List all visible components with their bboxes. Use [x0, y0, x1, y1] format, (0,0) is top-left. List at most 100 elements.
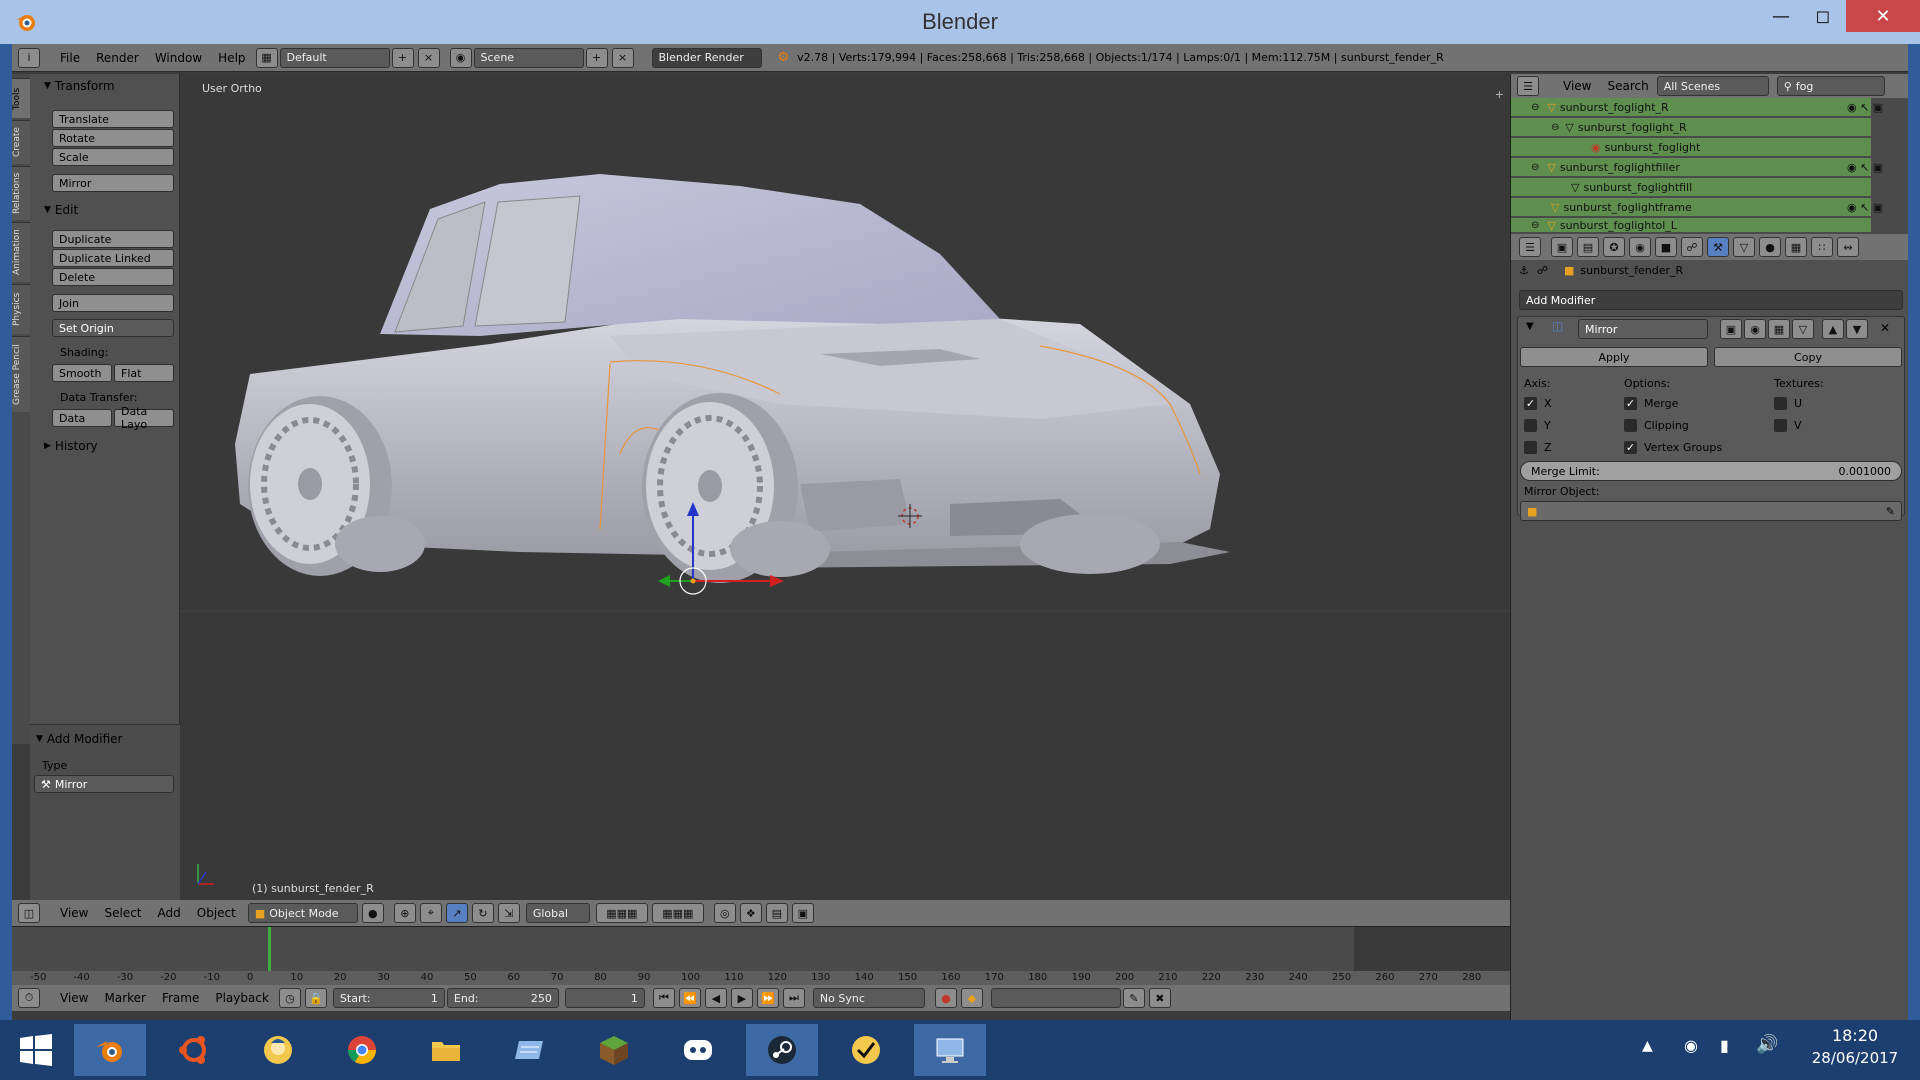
manipulator-toggle-icon[interactable]: ⌖ — [419, 903, 442, 923]
edit-panel-header[interactable]: ▼ Edit — [38, 200, 78, 220]
duplicate-button[interactable]: Duplicate — [52, 230, 174, 248]
volume-icon[interactable]: 🔊 — [1756, 1034, 1778, 1055]
taskbar-ubuntu-icon[interactable] — [158, 1024, 230, 1076]
pin-icon[interactable]: ⚓ — [1519, 264, 1529, 277]
minimize-button[interactable]: — — [1758, 0, 1804, 32]
timeline-menu-marker[interactable]: Marker — [96, 988, 153, 1008]
play-icon[interactable]: ▶ — [730, 988, 753, 1008]
keying-set-icon[interactable]: ◆ — [960, 988, 983, 1008]
taskbar-explorer-icon[interactable] — [410, 1024, 482, 1076]
move-down-icon[interactable]: ▼ — [1846, 319, 1868, 339]
scene-tab-icon[interactable]: ✪ — [1603, 237, 1625, 257]
close-button[interactable]: ✕ — [1846, 0, 1920, 32]
layers-grid-2-icon[interactable]: ▦▦▦ — [651, 903, 704, 923]
viewport-editor-type-icon[interactable]: ◫ — [18, 903, 40, 923]
jump-end-icon[interactable]: ⏭ — [782, 988, 805, 1008]
move-up-icon[interactable]: ▲ — [1822, 319, 1844, 339]
mirror-object-field[interactable]: ■ ✎ — [1520, 501, 1902, 521]
layout-grid-icon[interactable]: ▦ — [255, 47, 278, 68]
modifier-type-selector[interactable]: ⚒ Mirror — [34, 775, 174, 793]
mirror-button[interactable]: Mirror — [52, 174, 174, 192]
outliner-editor-type-icon[interactable]: ☰ — [1517, 76, 1539, 96]
eye-icon[interactable]: ◉ ↖ ▣ — [1847, 158, 1897, 178]
keying-set-field[interactable] — [990, 988, 1121, 1008]
orientation-selector[interactable]: Global — [525, 903, 590, 923]
add-modifier-panel-header[interactable]: ▼ Add Modifier — [30, 729, 123, 749]
outliner-row[interactable]: ▽ sunburst_foglightframe — [1511, 198, 1871, 216]
axis-y-checkbox[interactable] — [1524, 419, 1537, 432]
menu-file[interactable]: File — [52, 48, 88, 68]
info-editor-type-icon[interactable]: i — [18, 47, 40, 68]
snap-target-icon[interactable]: ▤ — [765, 903, 788, 923]
layers-grid-1-icon[interactable]: ▦▦▦ — [595, 903, 648, 923]
insert-keyframe-icon[interactable]: ✎ — [1122, 988, 1145, 1008]
world-tab-icon[interactable]: ◉ — [1629, 237, 1651, 257]
properties-editor-type-icon[interactable]: ☰ — [1519, 237, 1541, 257]
outliner-row[interactable]: ◉ sunburst_foglight — [1511, 138, 1871, 156]
taskbar-app-icon[interactable] — [494, 1024, 566, 1076]
next-keyframe-icon[interactable]: ⏩ — [756, 988, 779, 1008]
network-icon[interactable]: ▮ — [1720, 1036, 1729, 1055]
merge-checkbox[interactable]: ✓ — [1624, 397, 1637, 410]
menu-select[interactable]: Select — [96, 903, 149, 923]
rotate-button[interactable]: Rotate — [52, 129, 174, 147]
prev-keyframe-icon[interactable]: ⏪ — [678, 988, 701, 1008]
outliner-menu-search[interactable]: Search — [1599, 76, 1656, 96]
vertex-groups-checkbox[interactable]: ✓ — [1624, 441, 1637, 454]
axis-z-checkbox[interactable] — [1524, 441, 1537, 454]
current-frame-field[interactable]: 1 — [564, 988, 645, 1008]
tab-grease-pencil[interactable]: Grease Pencil — [12, 336, 30, 412]
data-button[interactable]: Data — [52, 409, 112, 427]
eyedropper-icon[interactable]: ✎ — [1886, 505, 1895, 518]
timeline-menu-view[interactable]: View — [52, 988, 96, 1008]
outliner-menu-view[interactable]: View — [1555, 76, 1599, 96]
physics-tab-icon[interactable]: ↭ — [1837, 237, 1859, 257]
texture-u-checkbox[interactable] — [1774, 397, 1787, 410]
menu-add[interactable]: Add — [150, 903, 189, 923]
render-opengl-icon[interactable]: ▣ — [791, 903, 814, 923]
record-icon[interactable]: ● — [934, 988, 957, 1008]
modifier-name-field[interactable]: Mirror — [1578, 319, 1708, 339]
outliner-row[interactable]: ⊖ ▽ sunburst_foglight_R — [1511, 118, 1871, 136]
taskbar-steam-icon[interactable] — [746, 1024, 818, 1076]
tab-physics[interactable]: Physics — [12, 284, 30, 334]
join-button[interactable]: Join — [52, 294, 174, 312]
menu-help[interactable]: Help — [210, 48, 253, 68]
sync-selector[interactable]: No Sync — [812, 988, 925, 1008]
translate-button[interactable]: Translate — [52, 110, 174, 128]
clipping-checkbox[interactable] — [1624, 419, 1637, 432]
modifier-editmode-icon[interactable]: ▦ — [1768, 319, 1790, 339]
menu-render[interactable]: Render — [88, 48, 147, 68]
scene-selector[interactable]: Scene — [473, 47, 584, 68]
preview-range-icon[interactable]: ◷ — [278, 988, 301, 1008]
3d-viewport[interactable]: User Ortho (1) sunburst_fender_R + — [180, 74, 1510, 904]
taskbar-clock[interactable]: 18:20 28/06/2017 — [1800, 1026, 1910, 1067]
taskbar-blender-icon[interactable] — [74, 1024, 146, 1076]
timeline[interactable]: -50 -40 -30 -20 -10 0 10 20 30 40 50 60 70 80 90 100 110… — [12, 926, 1510, 1011]
apply-button[interactable]: Apply — [1520, 347, 1708, 367]
taskbar-fallout-icon[interactable] — [242, 1024, 314, 1076]
start-frame-field[interactable]: Start: 1 — [332, 988, 445, 1008]
car-model[interactable] — [180, 74, 1510, 904]
modifier-render-icon[interactable]: ▣ — [1720, 319, 1742, 339]
timeline-editor-type-icon[interactable]: ⏱ — [18, 988, 40, 1008]
texture-v-checkbox[interactable] — [1774, 419, 1787, 432]
display-mode-selector[interactable]: All Scenes — [1656, 76, 1769, 96]
history-panel-header[interactable]: ▶ History — [38, 436, 98, 456]
modifier-collapse-icon[interactable]: ▼ — [1526, 321, 1534, 332]
eye-icon[interactable]: ◉ ↖ ▣ — [1847, 98, 1897, 118]
smooth-button[interactable]: Smooth — [52, 364, 112, 382]
lock-icon[interactable]: 🔒 — [304, 988, 327, 1008]
scale-button[interactable]: Scale — [52, 148, 174, 166]
outliner-row[interactable]: ⊖ ▽ sunburst_foglightfiller — [1511, 158, 1871, 176]
delete-keyframe-icon[interactable]: ✖ — [1148, 988, 1171, 1008]
mode-selector[interactable]: ■ Object Mode — [247, 903, 358, 923]
show-hidden-icons[interactable]: ▲ — [1642, 1038, 1653, 1054]
data-tab-icon[interactable]: ▽ — [1733, 237, 1755, 257]
menu-view[interactable]: View — [52, 903, 96, 923]
object-tab-icon[interactable]: ■ — [1655, 237, 1677, 257]
render-layers-tab-icon[interactable]: ▤ — [1577, 237, 1599, 257]
proportional-edit-icon[interactable]: ◎ — [713, 903, 736, 923]
tray-discord-icon[interactable]: ◉ — [1684, 1036, 1698, 1055]
add-modifier-dropdown[interactable]: Add Modifier — [1519, 290, 1903, 310]
